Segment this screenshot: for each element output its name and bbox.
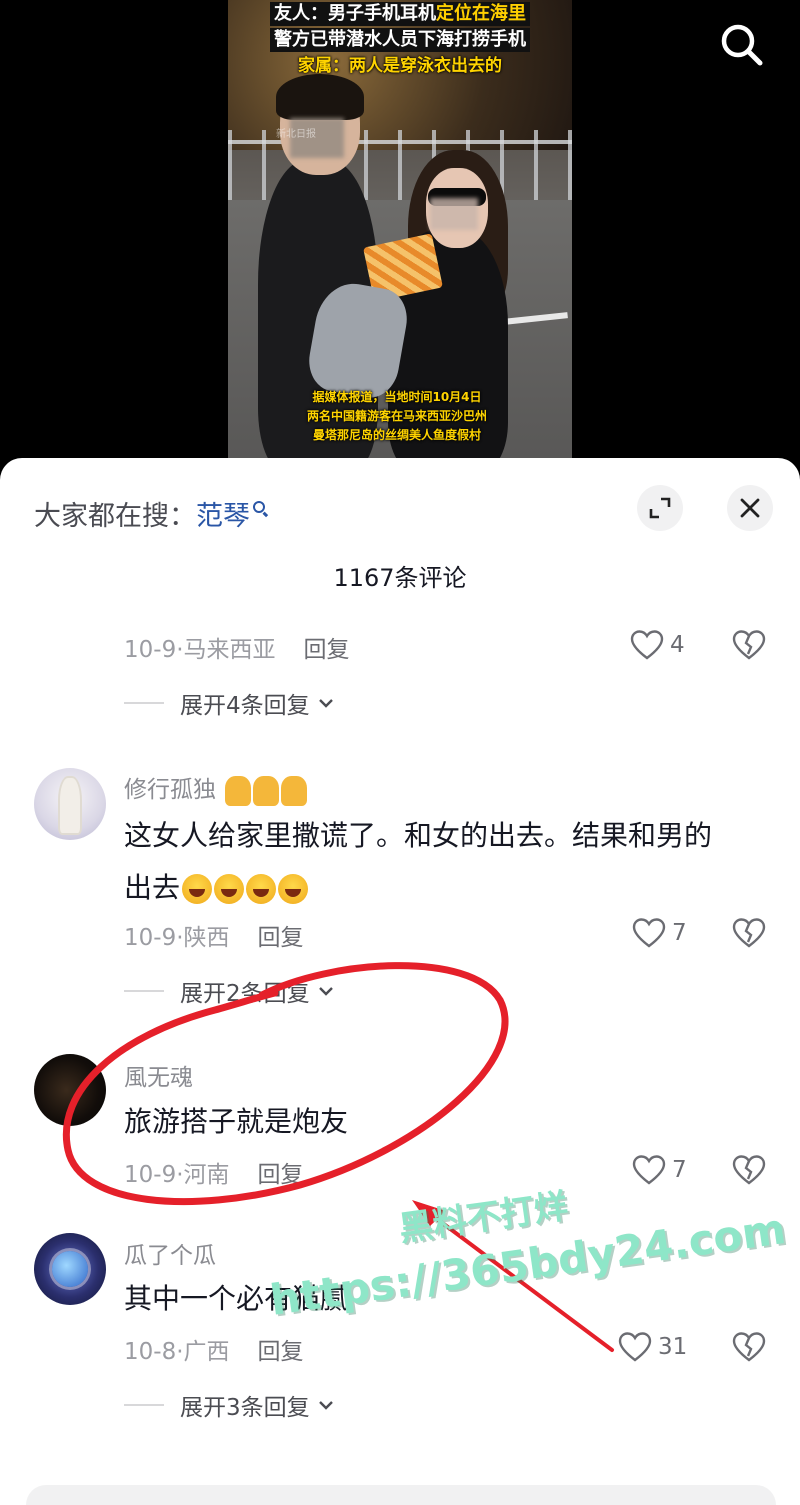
comment-text: 旅游搭子就是炮友: [124, 1105, 349, 1138]
expand-icon: [649, 497, 671, 519]
reply-button[interactable]: 回复: [258, 925, 304, 951]
comments-sheet: 大家都在搜：范琴 1167条评论 10-9·马来西亚 回复 4 展开4条回复 修行…: [0, 458, 800, 1505]
headline-prefix: 友人：男子手机耳机: [274, 3, 436, 24]
comment-username[interactable]: 瓜了个瓜: [124, 1236, 216, 1270]
like-button[interactable]: 31: [618, 1332, 687, 1362]
hot-search-bar[interactable]: 大家都在搜：范琴: [34, 494, 265, 533]
laugh-cry-emoji-icon: [214, 874, 245, 904]
chevron-down-icon: [318, 699, 333, 708]
mosaic-blur: [430, 198, 478, 230]
dislike-button[interactable]: [732, 1332, 766, 1366]
statue-figure: [60, 778, 80, 833]
avatar[interactable]: [34, 1233, 106, 1305]
hot-search-term[interactable]: 范琴: [196, 501, 250, 532]
comment-date: 10-9·: [124, 925, 184, 951]
comment-count: 1167条评论: [333, 564, 467, 592]
caption-line: 据媒体报道，当地时间10月4日: [312, 390, 482, 404]
like-button[interactable]: 7: [632, 1155, 687, 1185]
chevron-down-icon: [318, 1401, 333, 1410]
search-icon: [721, 24, 763, 66]
video-headline: 友人：男子手机耳机定位在海里 警方已带潜水人员下海打捞手机 家属：两人是穿泳衣出…: [240, 2, 560, 78]
avatar[interactable]: [34, 768, 106, 840]
comment-username[interactable]: 修行孤独: [124, 770, 308, 806]
video-railing-bar: [228, 140, 572, 144]
like-count: 7: [672, 920, 687, 946]
comment-date: 10-8·: [124, 1339, 184, 1365]
comment-meta: 10-9·河南 回复: [124, 1155, 304, 1189]
search-icon: [253, 501, 265, 513]
broken-heart-icon: [732, 918, 766, 948]
comment-text-line: 出去: [124, 862, 764, 914]
expand-replies-label: 展开2条回复: [180, 981, 310, 1007]
dislike-button[interactable]: [732, 918, 766, 952]
globe-image: [52, 1251, 88, 1287]
heart-icon: [632, 918, 666, 948]
broken-heart-icon: [732, 1332, 766, 1362]
comment-meta: 10-8·广西 回复: [124, 1332, 304, 1366]
username-text: 修行孤独: [124, 777, 216, 803]
expand-replies-button[interactable]: 展开3条回复: [124, 1388, 334, 1422]
man-hair: [276, 74, 364, 120]
video-caption: 据媒体报道，当地时间10月4日 两名中国籍游客在马来西亚沙巴州 曼塔那尼岛的丝绸…: [282, 388, 512, 445]
comment-location: 广西: [183, 1339, 230, 1365]
comment-username[interactable]: 風无魂: [124, 1058, 193, 1092]
laugh-cry-emoji-icon: [278, 874, 309, 904]
pray-emoji-icon: [281, 775, 308, 806]
reply-button[interactable]: 回复: [304, 637, 350, 663]
hot-search-label: 大家都在搜：: [34, 501, 196, 532]
pray-emoji-icon: [225, 775, 252, 806]
headline-line-3: 家属：两人是穿泳衣出去的: [298, 56, 502, 76]
divider: [124, 990, 164, 992]
heart-icon: [632, 1155, 666, 1185]
comment-location: 马来西亚: [183, 637, 276, 663]
laugh-cry-emoji-icon: [182, 874, 213, 904]
headline-highlight: 定位在海里: [436, 3, 526, 24]
like-button[interactable]: 4: [630, 630, 685, 660]
close-sheet-button[interactable]: [727, 485, 773, 531]
broken-heart-icon: [732, 630, 766, 660]
expand-replies-label: 展开4条回复: [180, 693, 310, 719]
comment-text: 这女人给家里撒谎了。和女的出去。结果和男的 出去: [124, 810, 764, 914]
chevron-down-icon: [318, 987, 333, 996]
close-icon: [740, 498, 760, 518]
comment-location: 陕西: [183, 925, 230, 951]
video-player[interactable]: 友人：男子手机耳机定位在海里 警方已带潜水人员下海打捞手机 家属：两人是穿泳衣出…: [0, 0, 800, 470]
comment-date: 10-9·: [124, 1162, 184, 1188]
like-count: 4: [670, 632, 685, 658]
dislike-button[interactable]: [732, 630, 766, 664]
like-button[interactable]: 7: [632, 918, 687, 948]
caption-line: 两名中国籍游客在马来西亚沙巴州: [306, 409, 487, 423]
heart-icon: [630, 630, 664, 660]
headline-line-2: 警方已带潜水人员下海打捞手机: [270, 28, 530, 52]
comment-text-line: 这女人给家里撒谎了。和女的出去。结果和男的: [124, 819, 713, 852]
comment-meta: 10-9·马来西亚 回复: [124, 630, 350, 664]
search-button[interactable]: [712, 15, 772, 75]
caption-line: 曼塔那尼岛的丝绸美人鱼度假村: [312, 428, 481, 442]
reply-button[interactable]: 回复: [258, 1162, 304, 1188]
comment-text-segment: 出去: [124, 871, 181, 904]
divider: [124, 1404, 164, 1406]
reply-button[interactable]: 回复: [258, 1339, 304, 1365]
divider: [124, 702, 164, 704]
expand-replies-label: 展开3条回复: [180, 1395, 310, 1421]
comment-meta: 10-9·陕西 回复: [124, 918, 304, 952]
comment-date: 10-9·: [124, 637, 184, 663]
dislike-button[interactable]: [732, 1155, 766, 1189]
source-watermark: 新北日报: [276, 129, 316, 140]
expand-replies-button[interactable]: 展开4条回复: [124, 686, 334, 720]
expand-replies-button[interactable]: 展开2条回复: [124, 974, 334, 1008]
heart-icon: [618, 1332, 652, 1362]
comment-location: 河南: [183, 1162, 230, 1188]
like-count: 7: [672, 1157, 687, 1183]
comment-input[interactable]: [26, 1485, 776, 1505]
avatar[interactable]: [34, 1054, 106, 1126]
like-count: 31: [658, 1334, 688, 1360]
headline-line-1: 友人：男子手机耳机定位在海里: [270, 2, 530, 26]
pray-emoji-icon: [253, 775, 280, 806]
expand-sheet-button[interactable]: [637, 485, 683, 531]
broken-heart-icon: [732, 1155, 766, 1185]
laugh-cry-emoji-icon: [246, 874, 277, 904]
